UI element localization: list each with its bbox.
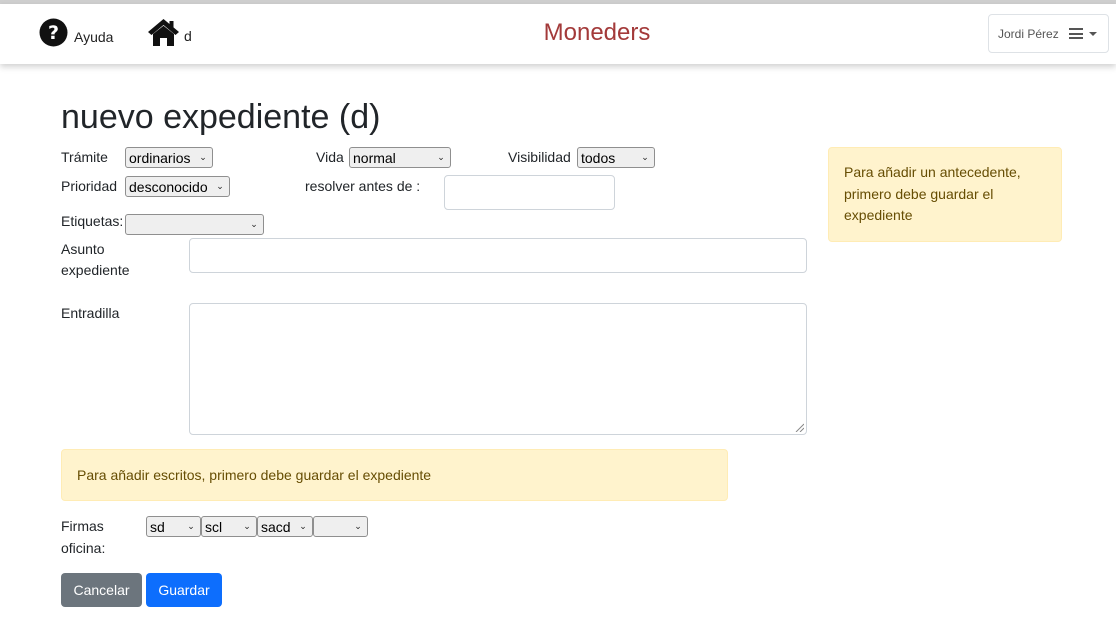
firmas-label-line2: oficina: [61, 540, 106, 556]
page-title: nuevo expediente (d) [61, 98, 381, 136]
etiquetas-label: Etiquetas: [61, 213, 124, 229]
resize-grip-icon[interactable] [795, 423, 804, 432]
vida-select[interactable]: normal ⌄ [349, 147, 451, 168]
user-menu-button[interactable]: Jordi Pérez [988, 14, 1109, 53]
firma-select-4[interactable]: ⌄ [313, 516, 368, 537]
save-button[interactable]: Guardar [146, 573, 222, 607]
visibilidad-select[interactable]: todos ⌄ [577, 147, 655, 168]
tramite-select[interactable]: ordinarios ⌄ [125, 147, 213, 168]
vida-label: Vida [316, 149, 344, 165]
prioridad-select[interactable]: desconocido ⌄ [125, 176, 230, 197]
chevron-down-icon: ⌄ [199, 152, 207, 162]
firma-select-1[interactable]: sd ⌄ [146, 516, 201, 537]
etiquetas-select[interactable]: ⌄ [125, 214, 264, 235]
chevron-down-icon: ⌄ [216, 181, 224, 191]
visibilidad-label: Visibilidad [508, 149, 571, 165]
firmas-label-line1: Firmas [61, 518, 104, 534]
chevron-down-icon: ⌄ [243, 521, 251, 531]
antecedente-alert: Para añadir un antecedente, primero debe… [828, 147, 1062, 242]
firma-select-3[interactable]: sacd ⌄ [257, 516, 313, 537]
escritos-alert: Para añadir escritos, primero debe guard… [61, 449, 728, 501]
tramite-value: ordinarios [129, 149, 191, 166]
resolver-label: resolver antes de : [305, 178, 421, 194]
asunto-label-line1: Asunto [61, 241, 105, 257]
chevron-down-icon: ⌄ [641, 152, 649, 162]
entradilla-label: Entradilla [61, 305, 120, 321]
chevron-down-icon: ⌄ [299, 521, 307, 531]
asunto-label-line2: expediente [61, 262, 130, 278]
asunto-input[interactable] [189, 238, 807, 273]
user-name: Jordi Pérez [998, 26, 1059, 41]
chevron-down-icon: ⌄ [437, 152, 445, 162]
tramite-label: Trámite [61, 149, 108, 165]
prioridad-value: desconocido [129, 178, 208, 195]
chevron-down-icon: ⌄ [187, 521, 195, 531]
hamburger-menu-icon [1068, 28, 1083, 39]
visibilidad-value: todos [581, 149, 616, 166]
resolver-date-input[interactable] [444, 175, 615, 210]
chevron-down-icon: ⌄ [354, 521, 362, 531]
firma-value-3: sacd [261, 518, 291, 535]
prioridad-label: Prioridad [61, 178, 118, 194]
navbar: ? Ayuda d Moneders Jordi Pérez [0, 4, 1116, 64]
entradilla-textarea[interactable] [189, 303, 807, 435]
vida-value: normal [353, 149, 396, 166]
caret-down-icon [1088, 31, 1097, 36]
cancel-button[interactable]: Cancelar [61, 573, 142, 607]
firma-select-2[interactable]: scl ⌄ [201, 516, 257, 537]
app-brand[interactable]: Moneders [0, 19, 1116, 47]
firma-value-2: scl [205, 518, 223, 535]
firma-value-1: sd [150, 518, 165, 535]
chevron-down-icon: ⌄ [250, 219, 258, 229]
